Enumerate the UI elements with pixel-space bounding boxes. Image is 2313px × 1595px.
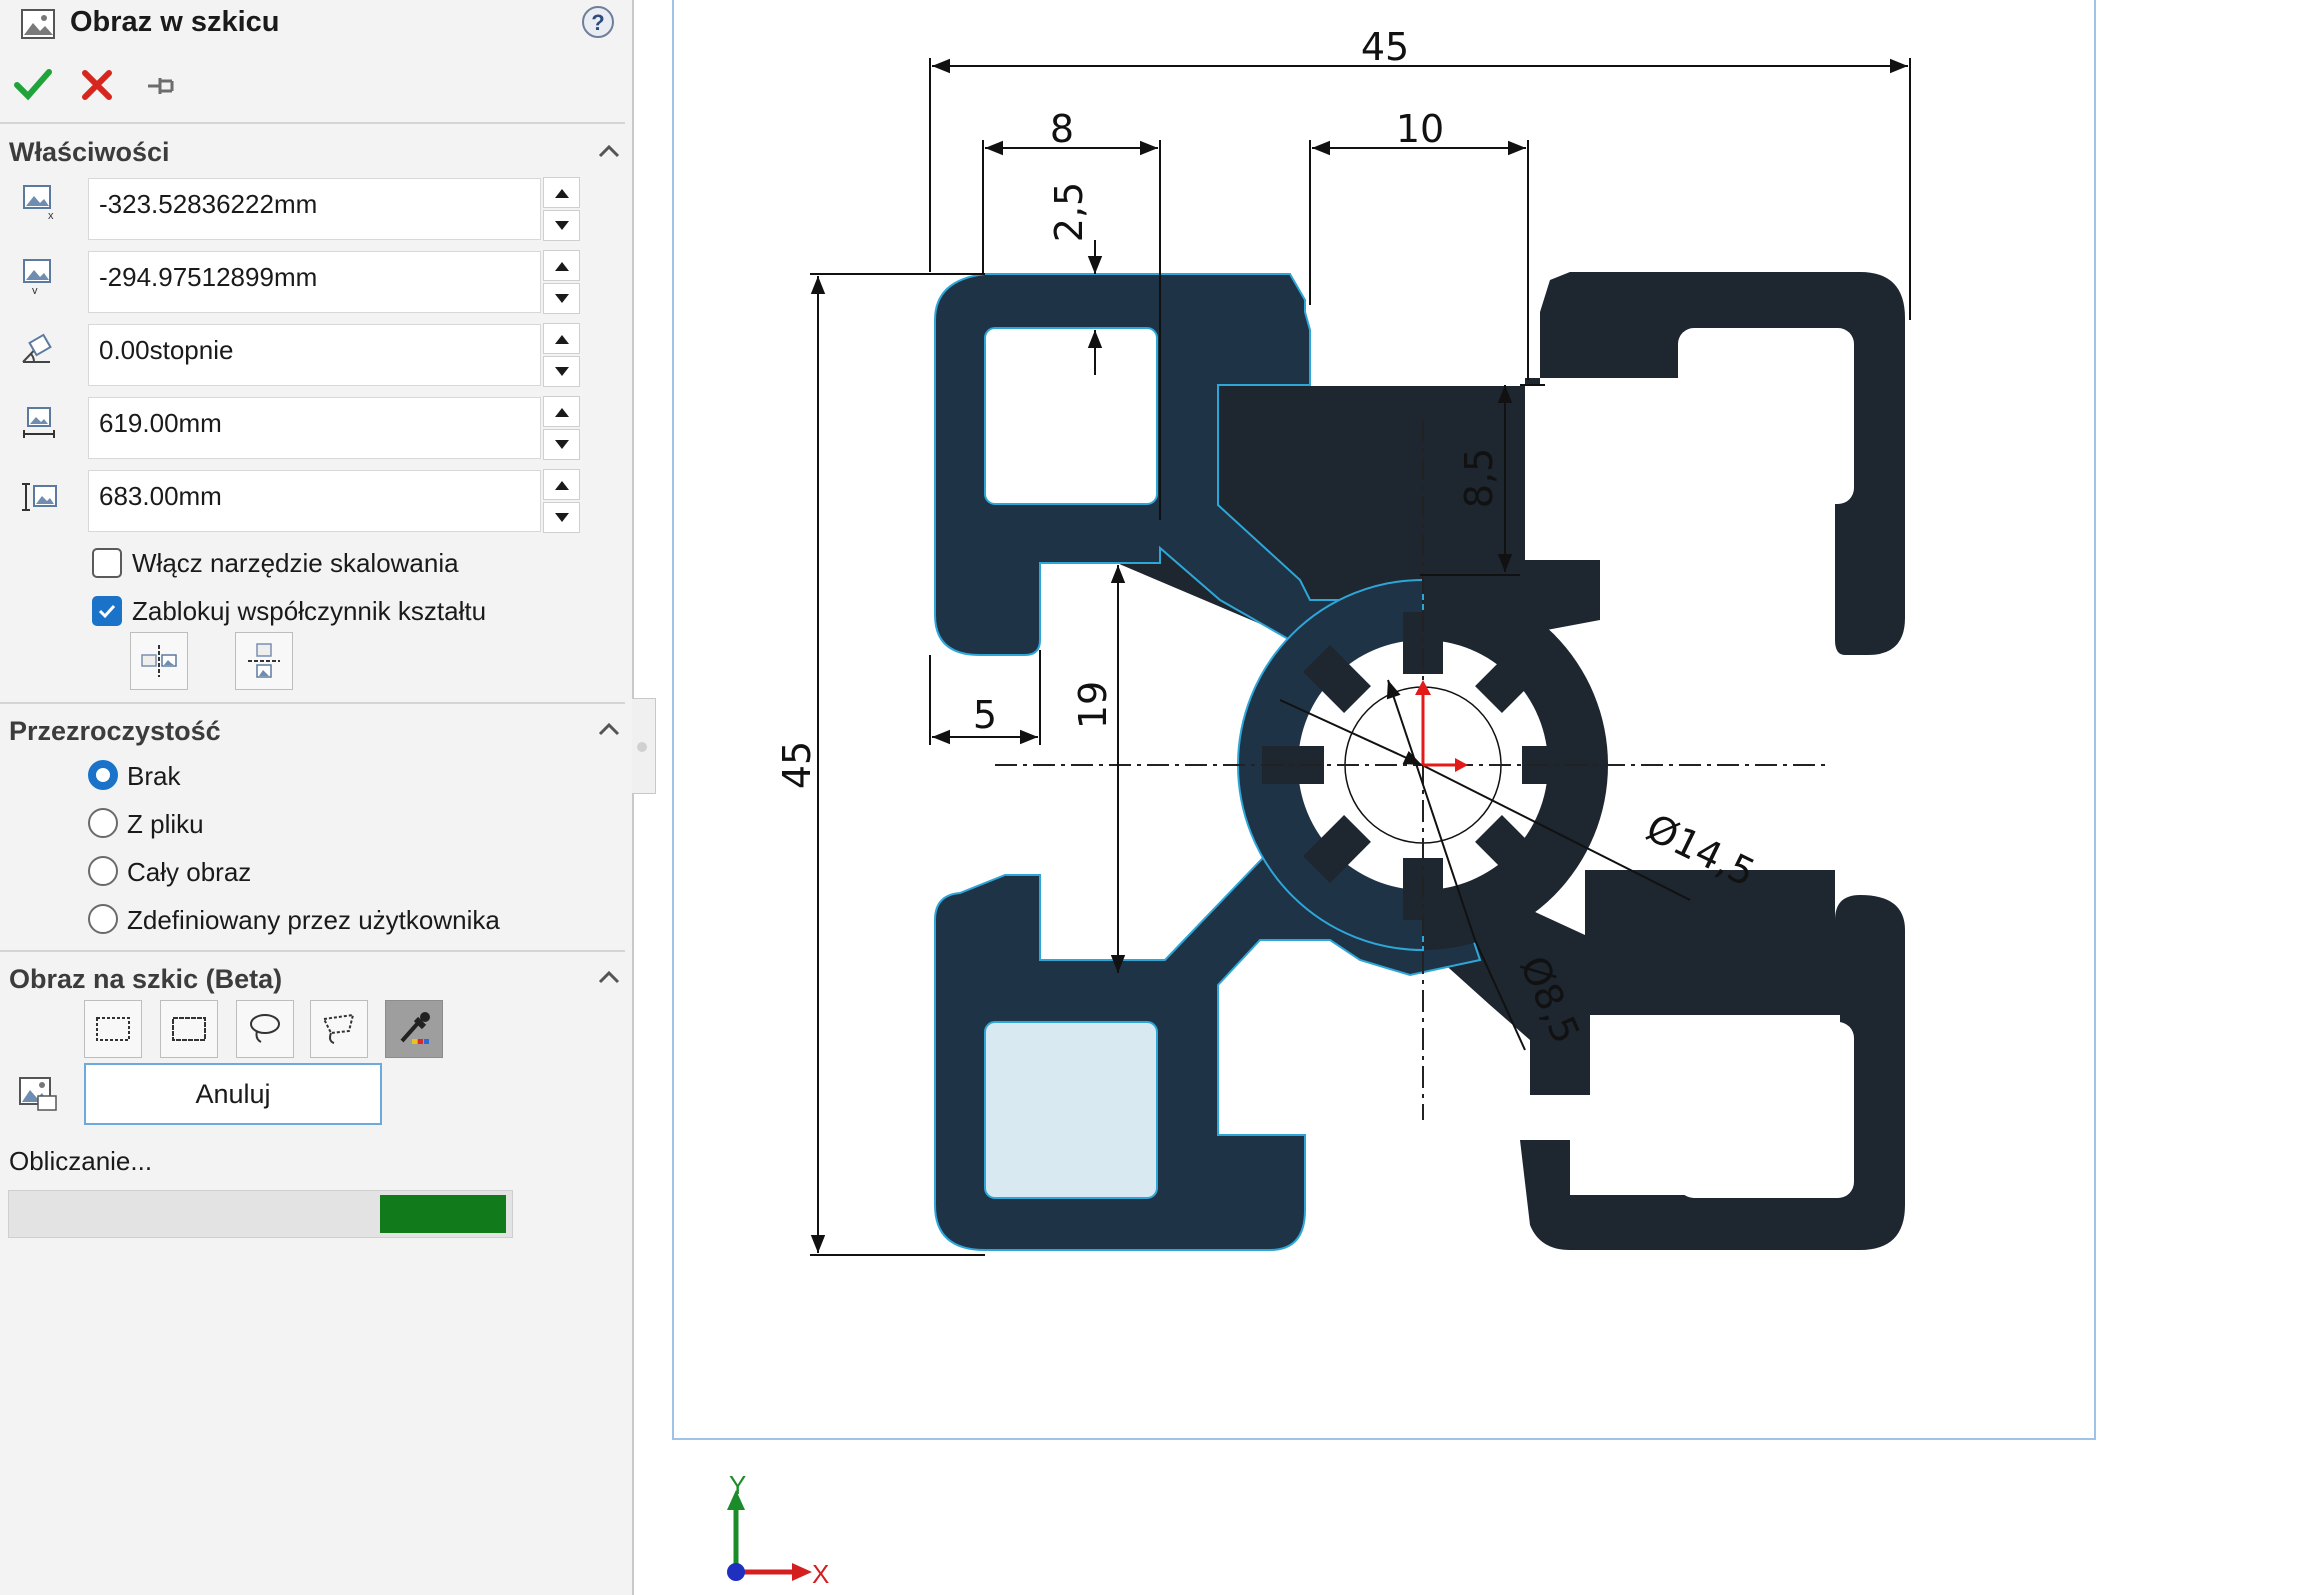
axis-triad: Y X — [727, 1470, 829, 1589]
dim-label: 45 — [775, 741, 819, 789]
dim-label: 8 — [1050, 107, 1074, 151]
dim-label: 8,5 — [1457, 448, 1501, 508]
dim-label: 10 — [1396, 107, 1444, 151]
pocket-top-right — [1678, 328, 1854, 504]
pocket-bottom-left — [984, 1021, 1158, 1199]
dim-label: 5 — [973, 693, 997, 737]
technical-drawing: 45 8 10 2,5 8,5 5 19 45 Ø14,5 Ø8,5 Y X — [727, 25, 1911, 1589]
dim-label: 45 — [1361, 25, 1409, 69]
pocket-top-left — [984, 327, 1158, 505]
pocket-bottom-right — [1678, 1022, 1854, 1198]
x-axis-label: X — [812, 1559, 829, 1589]
dim-label: 2,5 — [1047, 182, 1091, 242]
y-axis-label: Y — [729, 1470, 746, 1500]
dim-label: 19 — [1071, 681, 1115, 729]
